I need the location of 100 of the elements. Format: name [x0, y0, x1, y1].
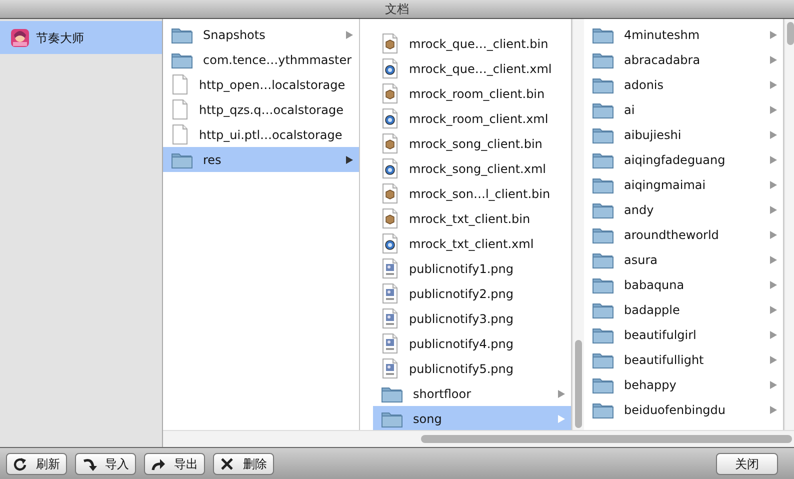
disc-file-icon	[381, 233, 399, 254]
file-list-item[interactable]: http_open…localstorage	[163, 72, 359, 97]
curved-arrow-down-icon	[82, 456, 97, 470]
disclosure-arrow-icon	[346, 156, 353, 164]
folder-icon	[592, 176, 614, 194]
disclosure-arrow-icon	[770, 256, 777, 264]
file-list-item[interactable]: abracadabra	[584, 47, 783, 72]
document-icon	[171, 99, 189, 120]
folder-icon	[592, 100, 614, 118]
folder-icon	[592, 126, 614, 144]
folder-icon	[592, 26, 614, 44]
file-list-item[interactable]: publicnotify3.png	[373, 306, 571, 331]
file-list-item[interactable]: beiduofenbingdu	[584, 397, 783, 422]
folder-icon	[592, 250, 614, 268]
file-list-item[interactable]: ai	[584, 97, 783, 122]
folder-icon	[592, 200, 614, 218]
disclosure-arrow-icon	[770, 56, 777, 64]
scrollbar-thumb[interactable]	[575, 340, 582, 428]
import-button[interactable]: 导入	[75, 452, 136, 474]
folder-icon	[381, 410, 403, 428]
close-icon	[220, 456, 235, 470]
disclosure-arrow-icon	[770, 106, 777, 114]
file-list-item[interactable]: mrock_song_client.bin	[373, 131, 571, 156]
disclosure-arrow-icon	[770, 406, 777, 414]
image-file-icon	[381, 333, 399, 354]
file-list-item[interactable]: aroundtheworld	[584, 222, 783, 247]
file-list-item[interactable]: aiqingmaimai	[584, 172, 783, 197]
document-icon	[171, 74, 189, 95]
folder-icon	[592, 300, 614, 318]
folder-icon	[592, 226, 614, 244]
file-list-item[interactable]: aibujieshi	[584, 122, 783, 147]
file-list-item[interactable]: beautifullight	[584, 347, 783, 372]
file-list-item[interactable]: song	[373, 406, 571, 430]
file-list-item[interactable]: babaquna	[584, 272, 783, 297]
file-list-item[interactable]: mrock_que…_client.xml	[373, 56, 571, 81]
file-list-item[interactable]: aiqingfadeguang	[584, 147, 783, 172]
scrollbar-thumb[interactable]	[787, 22, 794, 45]
package-file-icon	[381, 208, 399, 229]
folder-icon	[592, 350, 614, 368]
package-file-icon	[381, 33, 399, 54]
file-list-item[interactable]: badapple	[584, 297, 783, 322]
file-list-item[interactable]: publicnotify4.png	[373, 331, 571, 356]
folder-icon	[592, 276, 614, 294]
file-list-item[interactable]: mrock_txt_client.xml	[373, 231, 571, 256]
disclosure-arrow-icon	[770, 280, 777, 288]
file-list-item[interactable]: mrock_room_client.bin	[373, 81, 571, 106]
folder-icon	[171, 50, 193, 68]
file-list-item[interactable]: beautifulgirl	[584, 322, 783, 347]
package-file-icon	[381, 83, 399, 104]
file-list-item[interactable]: mrock_txt_client.bin	[373, 206, 571, 231]
delete-button[interactable]: 删除	[213, 452, 274, 474]
export-button[interactable]: 导出	[144, 452, 205, 474]
disc-file-icon	[381, 108, 399, 129]
folder-icon	[592, 150, 614, 168]
window-title: 文档	[385, 1, 409, 18]
curved-arrow-up-icon	[151, 456, 166, 470]
refresh-button[interactable]: 刷新	[6, 452, 67, 474]
folder-icon	[381, 384, 403, 402]
disclosure-arrow-icon	[558, 414, 565, 422]
file-list-item[interactable]: Snapshots	[163, 22, 359, 47]
file-list-item[interactable]: com.tence…ythmmaster	[163, 47, 359, 72]
disc-file-icon	[381, 158, 399, 179]
disclosure-arrow-icon	[770, 130, 777, 138]
file-list-item[interactable]: mrock_que…_client.bin	[373, 31, 571, 56]
file-list-item[interactable]: publicnotify1.png	[373, 256, 571, 281]
document-icon	[171, 124, 189, 145]
file-list-item[interactable]: mrock_room_client.xml	[373, 106, 571, 131]
file-list-item[interactable]: http_qzs.q…ocalstorage	[163, 97, 359, 122]
file-list-item[interactable]: publicnotify5.png	[373, 356, 571, 381]
disclosure-arrow-icon	[770, 330, 777, 338]
file-list-item[interactable]: behappy	[584, 372, 783, 397]
file-list-item[interactable]: 4minuteshm	[584, 22, 783, 47]
folder-icon	[592, 400, 614, 418]
close-button[interactable]: 关闭	[716, 452, 778, 474]
image-file-icon	[381, 258, 399, 279]
folder-icon	[171, 150, 193, 168]
folder-icon	[592, 376, 614, 394]
image-file-icon	[381, 308, 399, 329]
file-list-item[interactable]: adonis	[584, 72, 783, 97]
scrollbar-thumb[interactable]	[421, 435, 792, 443]
file-list-item[interactable]: asura	[584, 247, 783, 272]
folder-icon	[592, 76, 614, 94]
sidebar-item[interactable]: 节奏大师	[0, 21, 162, 54]
file-list-item[interactable]: http_ui.ptl…ocalstorage	[163, 122, 359, 147]
disclosure-arrow-icon	[770, 30, 777, 38]
file-list-item[interactable]: publicnotify2.png	[373, 281, 571, 306]
file-list-item[interactable]: res	[163, 147, 359, 172]
folder-icon	[592, 50, 614, 68]
package-file-icon	[381, 183, 399, 204]
disc-file-icon	[381, 58, 399, 79]
file-list-item[interactable]: mrock_song_client.xml	[373, 156, 571, 181]
disclosure-arrow-icon	[770, 230, 777, 238]
disclosure-arrow-icon	[770, 206, 777, 214]
disclosure-arrow-icon	[770, 180, 777, 188]
disclosure-arrow-icon	[558, 390, 565, 398]
package-file-icon	[381, 133, 399, 154]
file-list-item[interactable]: shortfloor	[373, 381, 571, 406]
disclosure-arrow-icon	[770, 80, 777, 88]
file-list-item[interactable]: andy	[584, 197, 783, 222]
file-list-item[interactable]: mrock_son…l_client.bin	[373, 181, 571, 206]
